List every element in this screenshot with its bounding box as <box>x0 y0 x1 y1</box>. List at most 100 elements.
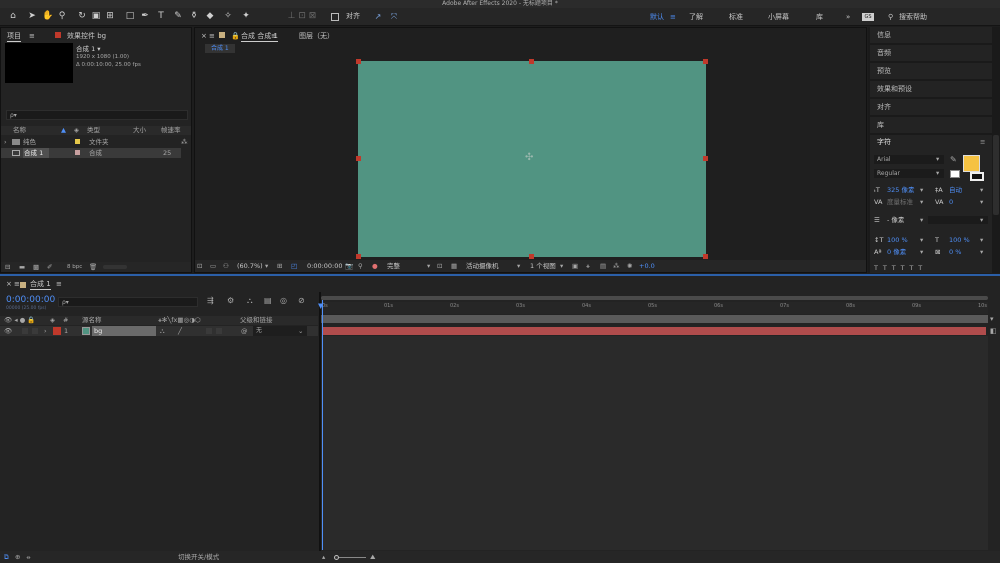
anchor-point-icon[interactable]: ✣ <box>525 152 533 163</box>
bit-depth[interactable]: 8 bpc <box>67 262 82 272</box>
list-item[interactable]: › 纯色 文件夹 <box>1 137 191 147</box>
transform-handle[interactable] <box>356 254 361 259</box>
roto-brush-tool-icon[interactable]: ✧ <box>222 10 234 23</box>
dropdown-icon[interactable]: ▾ <box>980 235 983 245</box>
transform-handle[interactable] <box>356 59 361 64</box>
dropdown-icon[interactable]: ▾ <box>980 197 983 207</box>
selection-tool-icon[interactable]: ➤ <box>26 10 38 23</box>
leading-value[interactable]: 自动 <box>949 185 962 195</box>
dropdown-icon[interactable]: ▾ <box>427 261 430 271</box>
flowchart-icon[interactable]: ⁂ <box>613 261 620 271</box>
fast-preview-icon[interactable]: ⚹ <box>586 261 590 271</box>
reset-exposure-icon[interactable]: ✺ <box>627 261 632 271</box>
panel-audio[interactable]: 音频 <box>870 45 992 62</box>
tsume-value[interactable]: 0 % <box>949 247 961 257</box>
dropdown-icon[interactable]: ▾ <box>517 261 520 271</box>
transform-handle[interactable] <box>703 156 708 161</box>
solo-toggle[interactable] <box>22 328 28 334</box>
playhead[interactable] <box>322 300 323 550</box>
lock-icon[interactable]: 🔒 <box>231 30 240 42</box>
workspace-standard[interactable]: 标准 <box>729 10 749 24</box>
new-folder-icon[interactable]: ▬ <box>19 262 25 272</box>
dropdown-icon[interactable]: ▾ <box>920 197 923 207</box>
grid-icon[interactable]: ⊞ <box>277 261 282 271</box>
vertical-scale-value[interactable]: 100 % <box>887 235 908 245</box>
col-size[interactable]: 大小 <box>133 125 146 135</box>
new-comp-icon[interactable]: ▩ <box>33 262 39 272</box>
dropdown-icon[interactable]: ⌄ <box>298 326 303 336</box>
view-layout-select[interactable]: 1 个视图 <box>530 261 556 271</box>
layer-switches-icon[interactable]: ⧉ <box>4 552 9 562</box>
mask-icon[interactable]: ◰ <box>291 261 297 271</box>
settings-icon[interactable]: ✐ <box>47 262 52 272</box>
lock-toggle[interactable] <box>32 328 38 334</box>
eraser-tool-icon[interactable]: ◆ <box>204 10 216 23</box>
timeline-current-time[interactable]: 0:00:00:00 <box>6 295 55 305</box>
timeline-icon[interactable]: ▤ <box>600 261 606 271</box>
search-icon[interactable]: ⚲ <box>888 10 898 24</box>
always-preview-icon[interactable]: ⊡ <box>197 261 202 271</box>
rectangle-tool-icon[interactable]: □ <box>124 10 136 23</box>
thumbnail-slider[interactable] <box>103 265 127 269</box>
font-style-select[interactable]: Regular <box>874 169 944 178</box>
baseline-shift-value[interactable]: 0 像素 <box>887 247 906 257</box>
zoom-select[interactable]: (60.7%) <box>237 261 263 271</box>
resolution-select[interactable]: 完整 <box>387 261 400 271</box>
panel-info[interactable]: 信息 <box>870 27 992 44</box>
frame-blending-icon[interactable]: ▤ <box>264 296 272 305</box>
col-type[interactable]: 类型 <box>87 125 100 135</box>
toggle-pixel-icon[interactable]: ▣ <box>572 261 578 271</box>
quality-switch-icon[interactable]: ╱ <box>178 326 182 336</box>
panel-menu-icon[interactable]: ≡ <box>14 278 20 290</box>
sync-settings-icon[interactable]: GS <box>862 13 874 21</box>
expand-arrow-icon[interactable]: › <box>44 326 47 336</box>
clone-stamp-tool-icon[interactable]: ⚱ <box>188 10 200 23</box>
label-color-yellow[interactable] <box>75 139 80 144</box>
transparency-grid-icon[interactable]: ▦ <box>451 261 457 271</box>
home-icon[interactable]: ⌂ <box>6 10 20 23</box>
shy-layers-icon[interactable]: ⛬ <box>247 296 253 306</box>
tracking-value[interactable]: 0 <box>949 197 953 207</box>
tab-timeline-comp[interactable]: 合成 1 <box>30 278 51 290</box>
interpret-footage-icon[interactable]: ⊟ <box>5 262 10 272</box>
col-parent[interactable]: 父级和链接 <box>240 315 273 325</box>
sort-icon[interactable]: ▲ <box>61 125 66 135</box>
snap-grid-icon[interactable]: ⤧ <box>388 10 400 23</box>
timeline-search-input[interactable]: ρ▾ <box>58 297 198 307</box>
roi-icon[interactable]: ⊡ <box>437 261 442 271</box>
text-tool-icon[interactable]: T <box>155 10 167 23</box>
stroke-width-value[interactable]: - 像素 <box>887 215 904 225</box>
rotate-tool-icon[interactable]: ↻ <box>76 10 88 23</box>
visibility-eye-icon[interactable]: 👁 <box>4 326 12 336</box>
dropdown-icon[interactable]: ▾ <box>265 261 268 271</box>
dropdown-icon[interactable]: ▾ <box>980 215 983 225</box>
dropdown-icon[interactable]: ▾ <box>920 215 923 225</box>
panel-menu-icon[interactable]: ≡ <box>56 278 62 290</box>
panel-scrollbar[interactable] <box>993 135 999 215</box>
panel-align[interactable]: 对齐 <box>870 99 992 116</box>
workspace-library[interactable]: 库 <box>816 10 830 24</box>
label-color-pink[interactable] <box>75 150 80 155</box>
transfer-controls-icon[interactable]: ⊕ <box>15 552 20 562</box>
layer-marker-icon[interactable]: ◧ <box>990 327 997 335</box>
snapshot-icon[interactable]: 📷 <box>345 261 353 271</box>
more-workspaces-icon[interactable]: » <box>846 10 856 24</box>
workspace-menu-icon[interactable]: ≡ <box>670 10 680 24</box>
search-help-field[interactable]: 搜索帮助 <box>899 10 959 24</box>
panel-effects-presets[interactable]: 效果和预设 <box>870 81 992 98</box>
time-navigator[interactable] <box>321 296 988 300</box>
dropdown-icon[interactable]: ▾ <box>936 154 939 164</box>
expand-arrow-icon[interactable]: › <box>4 137 7 147</box>
eyedropper-icon[interactable]: ✎ <box>950 155 957 165</box>
dropdown-icon[interactable]: ▾ <box>560 261 563 271</box>
transform-handle[interactable] <box>529 59 534 64</box>
dropdown-icon[interactable]: ▾ <box>936 168 939 178</box>
snap-option-icon[interactable]: ↗ <box>372 10 384 23</box>
flowchart-icon[interactable]: ⁂ <box>181 137 188 147</box>
col-source-name[interactable]: 源名称 <box>82 315 102 325</box>
dropdown-icon[interactable]: ▾ <box>980 185 983 195</box>
hand-tool-icon[interactable]: ✋ <box>42 10 54 23</box>
comp-marker-bin-icon[interactable]: ▾ <box>990 315 994 323</box>
breadcrumb[interactable]: 合成 1 <box>205 44 235 53</box>
transform-handle[interactable] <box>703 254 708 259</box>
